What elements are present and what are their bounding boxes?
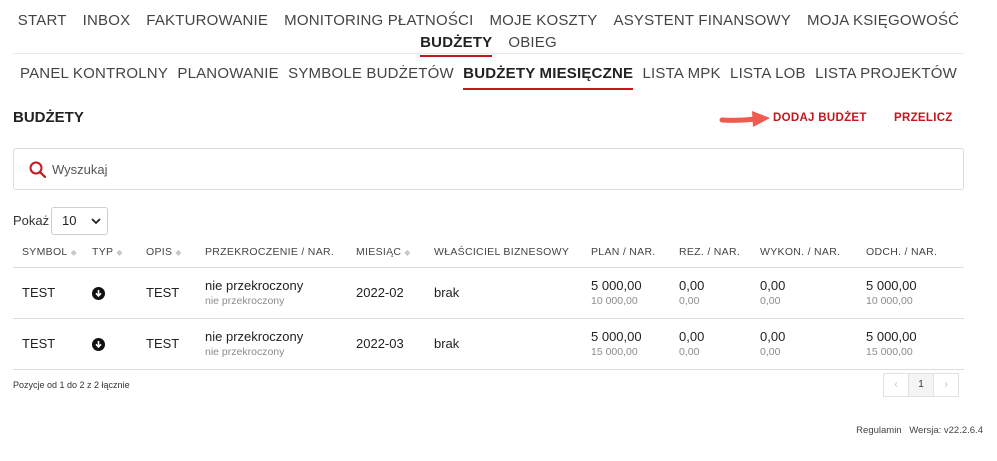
column-header-rez[interactable]: REZ. / NAR. — [679, 238, 760, 268]
search-input[interactable] — [52, 157, 932, 181]
budgets-table: SYMBOL ◆ TYP ◆ OPIS ◆ PRZEKROCZENIE / NAR. … — [13, 238, 964, 370]
cell-wykon: 0,00 0,00 — [760, 267, 866, 319]
cell-wlasciciel: brak — [434, 267, 591, 319]
next-page-button[interactable]: › — [933, 373, 959, 397]
add-budget-button[interactable]: DODAJ BUDŻET — [773, 112, 867, 124]
odch-value: 5 000,00 — [866, 329, 917, 344]
footer: Regulamin Wersja: v22.2.6.4 — [851, 425, 983, 436]
arrow-down-circle-icon — [92, 287, 105, 301]
cell-przekroczenie: nie przekroczony nie przekroczony — [205, 318, 356, 370]
column-header-wlasciciel[interactable]: WŁAŚCICIEL BIZNESOWY — [434, 238, 591, 268]
subnav-item-panel-kontrolny[interactable]: PANEL KONTROLNY — [20, 62, 168, 88]
column-header-wykon[interactable]: WYKON. / NAR. — [760, 238, 866, 268]
pagination: ‹ 1 › — [883, 373, 959, 397]
plan-nar-value: 10 000,00 — [591, 295, 638, 307]
subnav-item-planowanie[interactable]: PLANOWANIE — [177, 62, 278, 88]
page-size-select[interactable]: 10 — [51, 207, 108, 235]
page-1-button[interactable]: 1 — [908, 373, 934, 397]
przekroczenie-value: nie przekroczony — [205, 329, 304, 344]
subnav-item-symbole-budzetow[interactable]: SYMBOLE BUDŻETÓW — [288, 62, 454, 88]
rez-value: 0,00 — [679, 278, 705, 293]
przekroczenie-value: nie przekroczony — [205, 278, 304, 293]
nav-item-inbox[interactable]: INBOX — [83, 10, 131, 32]
nav-item-moje-koszty[interactable]: MOJE KOSZTY — [489, 10, 597, 32]
table-header-row: SYMBOL ◆ TYP ◆ OPIS ◆ PRZEKROCZENIE / NAR. … — [13, 238, 964, 268]
subnav-item-lista-lob[interactable]: LISTA LOB — [730, 62, 806, 88]
cell-plan: 5 000,00 10 000,00 — [591, 267, 679, 319]
wykon-nar-value: 0,00 — [760, 346, 781, 358]
rez-nar-value: 0,00 — [679, 295, 700, 307]
table-row[interactable]: TEST TEST nie przekroczony nie przekrocz… — [13, 318, 964, 370]
cell-symbol: TEST — [13, 318, 92, 370]
pagination-info: Pozycje od 1 do 2 z 2 łącznie — [13, 380, 130, 390]
nav-item-budzety[interactable]: BUDŻETY — [420, 32, 493, 57]
cell-plan: 5 000,00 15 000,00 — [591, 318, 679, 370]
cell-rez: 0,00 0,00 — [679, 318, 760, 370]
arrow-down-circle-icon — [92, 338, 105, 352]
subnav-item-budzety-miesieczne[interactable]: BUDŻETY MIESIĘCZNE — [463, 62, 634, 90]
nav-item-obieg[interactable]: OBIEG — [508, 32, 557, 54]
cell-miesiac: 2022-03 — [356, 318, 434, 370]
cell-odch: 5 000,00 10 000,00 — [866, 267, 964, 319]
cell-odch: 5 000,00 15 000,00 — [866, 318, 964, 370]
recalculate-button[interactable]: PRZELICZ — [894, 112, 953, 124]
przekroczenie-nar-value: nie przekroczony — [205, 346, 285, 358]
cell-wykon: 0,00 0,00 — [760, 318, 866, 370]
cell-typ — [92, 267, 146, 319]
subnav-item-lista-projektow[interactable]: LISTA PROJEKTÓW — [815, 62, 957, 88]
main-nav: START INBOX FAKTUROWANIE MONITORING PŁAT… — [13, 10, 964, 57]
column-header-przekroczenie[interactable]: PRZEKROCZENIE / NAR. — [205, 238, 356, 268]
wykon-value: 0,00 — [760, 329, 786, 344]
cell-wlasciciel: brak — [434, 318, 591, 370]
nav-item-fakturowanie[interactable]: FAKTUROWANIE — [146, 10, 268, 32]
column-header-typ[interactable]: TYP ◆ — [92, 238, 146, 268]
search-box — [13, 148, 964, 190]
rez-nar-value: 0,00 — [679, 346, 700, 358]
main-nav-row-2: BUDŻETY OBIEG — [13, 32, 964, 57]
cell-rez: 0,00 0,00 — [679, 267, 760, 319]
page-size-value: 10 — [62, 213, 77, 228]
cell-symbol: TEST — [13, 267, 92, 319]
rez-value: 0,00 — [679, 329, 705, 344]
nav-item-start[interactable]: START — [18, 10, 67, 32]
version-label: Wersja: v22.2.6.4 — [909, 425, 983, 436]
subnav-item-lista-mpk[interactable]: LISTA MPK — [643, 62, 721, 88]
odch-nar-value: 15 000,00 — [866, 346, 913, 358]
terms-link[interactable]: Regulamin — [856, 425, 901, 436]
sub-nav: PANEL KONTROLNY PLANOWANIE SYMBOLE BUDŻE… — [13, 62, 964, 90]
page-title: BUDŻETY — [13, 109, 84, 126]
chevron-down-icon — [91, 218, 101, 225]
cell-miesiac: 2022-02 — [356, 267, 434, 319]
plan-value: 5 000,00 — [591, 278, 642, 293]
column-header-opis[interactable]: OPIS ◆ — [146, 238, 205, 268]
wykon-nar-value: 0,00 — [760, 295, 781, 307]
pointer-arrow-icon — [719, 111, 770, 127]
search-icon — [29, 161, 47, 179]
column-header-odch[interactable]: ODCH. / NAR. — [866, 238, 964, 268]
column-header-plan[interactable]: PLAN / NAR. — [591, 238, 679, 268]
nav-item-asystent-finansowy[interactable]: ASYSTENT FINANSOWY — [613, 10, 791, 32]
wykon-value: 0,00 — [760, 278, 786, 293]
plan-value: 5 000,00 — [591, 329, 642, 344]
przekroczenie-nar-value: nie przekroczony — [205, 295, 285, 307]
sort-icon: ◆ — [175, 247, 182, 257]
main-nav-row-1: START INBOX FAKTUROWANIE MONITORING PŁAT… — [13, 10, 964, 32]
sort-icon: ◆ — [404, 247, 411, 257]
sort-icon: ◆ — [116, 247, 123, 257]
nav-item-monitoring-platnosci[interactable]: MONITORING PŁATNOŚCI — [284, 10, 473, 32]
table-row[interactable]: TEST TEST nie przekroczony nie przekrocz… — [13, 267, 964, 319]
sort-icon: ◆ — [70, 247, 78, 257]
page-size-label: Pokaż — [13, 213, 50, 228]
odch-value: 5 000,00 — [866, 278, 917, 293]
odch-nar-value: 10 000,00 — [866, 295, 913, 307]
cell-opis: TEST — [146, 267, 205, 319]
column-header-symbol[interactable]: SYMBOL ◆ — [13, 238, 92, 268]
nav-item-moja-ksiegowosc[interactable]: MOJA KSIĘGOWOŚĆ — [807, 10, 959, 32]
previous-page-button[interactable]: ‹ — [883, 373, 909, 397]
cell-typ — [92, 318, 146, 370]
cell-opis: TEST — [146, 318, 205, 370]
column-header-miesiac[interactable]: MIESIĄC ◆ — [356, 238, 434, 268]
cell-przekroczenie: nie przekroczony nie przekroczony — [205, 267, 356, 319]
plan-nar-value: 15 000,00 — [591, 346, 638, 358]
